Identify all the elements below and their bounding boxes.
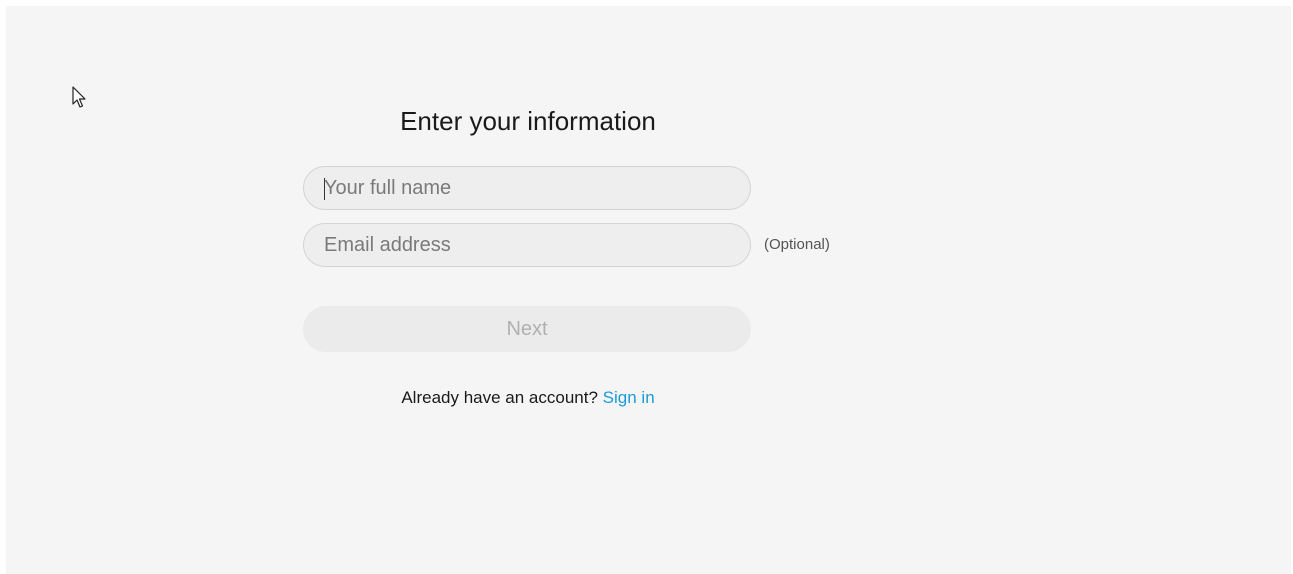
sign-in-prompt: Already have an account? Sign in <box>303 388 753 408</box>
page-title: Enter your information <box>400 106 656 136</box>
text-caret <box>324 178 325 200</box>
email-field[interactable] <box>303 223 751 267</box>
app-window: Enter your information (Optional) Next A… <box>6 6 1291 574</box>
next-button[interactable]: Next <box>303 306 751 352</box>
optional-label: (Optional) <box>764 236 830 253</box>
mouse-pointer-icon <box>72 86 86 108</box>
full-name-field[interactable] <box>303 166 751 210</box>
account-prompt-text: Already have an account? <box>401 388 598 407</box>
email-input[interactable] <box>304 224 750 266</box>
full-name-input[interactable] <box>304 167 750 209</box>
sign-in-link[interactable]: Sign in <box>603 388 655 407</box>
